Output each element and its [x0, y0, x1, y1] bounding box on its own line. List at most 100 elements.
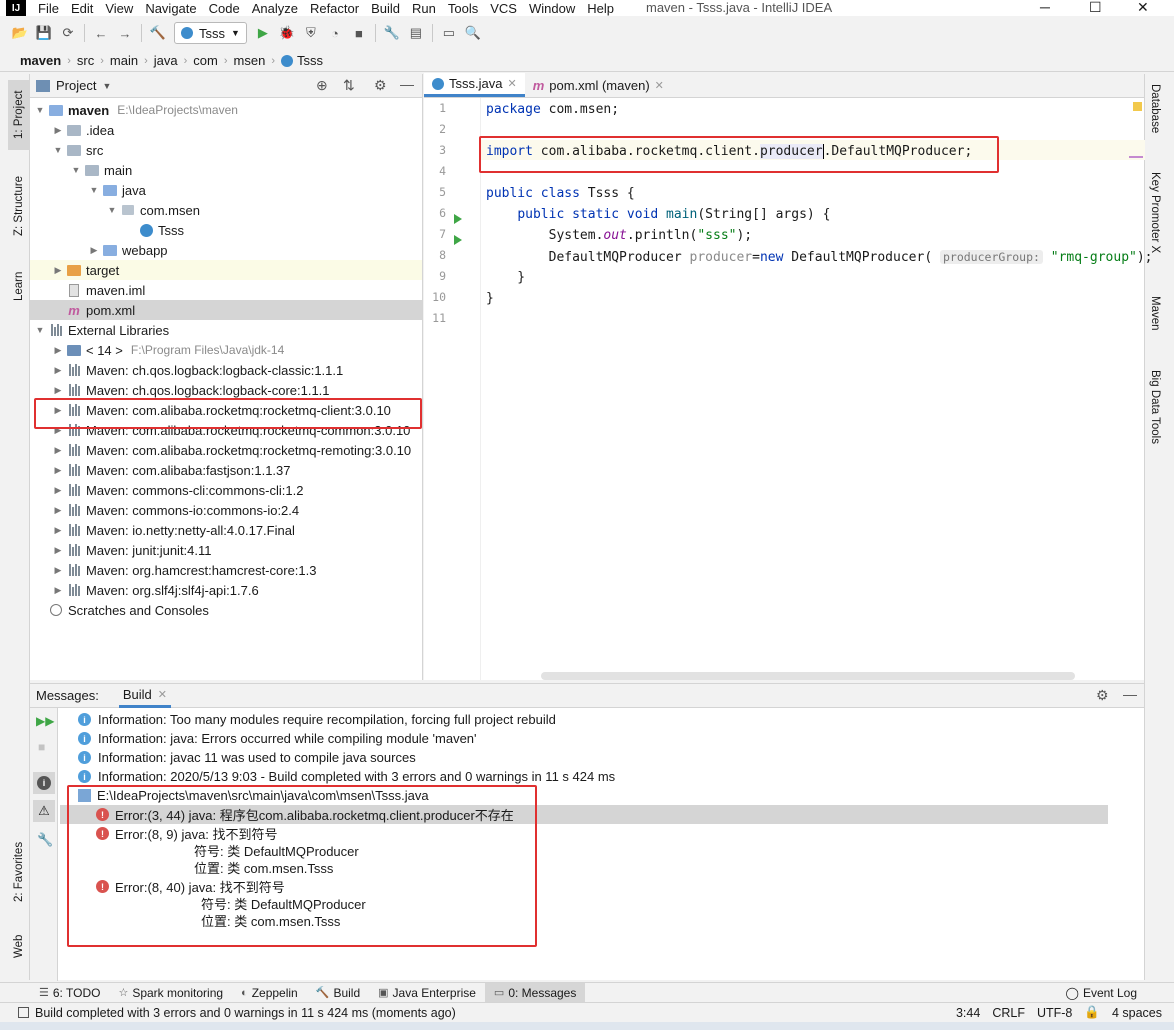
tab-maven[interactable]: Maven	[1149, 296, 1161, 331]
chevron-right-icon[interactable]: ▶	[88, 245, 100, 256]
sync-icon[interactable]: ⟳	[56, 22, 80, 44]
bottom-tab[interactable]: ▣ Java Enterprise	[369, 983, 485, 1003]
wrench-icon[interactable]: 🔧	[37, 832, 53, 848]
back-icon[interactable]: ←	[89, 22, 113, 44]
breadcrumb-item[interactable]: Tsss	[280, 53, 323, 68]
coverage-icon[interactable]: ⛨	[299, 22, 323, 44]
breadcrumb-item[interactable]: msen	[234, 53, 266, 68]
save-icon[interactable]: 💾	[32, 22, 56, 44]
tab-big-data-tools[interactable]: Big Data Tools	[1149, 370, 1161, 444]
tree-item[interactable]: ▼ java	[30, 180, 422, 200]
menu-file[interactable]: File	[38, 1, 59, 16]
hide-panel-icon[interactable]: —	[1123, 686, 1137, 702]
tree-item[interactable]: ▼ External Libraries	[30, 320, 422, 340]
lock-icon[interactable]: 🔒	[1084, 1005, 1100, 1020]
tree-item[interactable]: ▶ Maven: commons-io:commons-io:2.4	[30, 500, 422, 520]
breadcrumb-item[interactable]: java	[154, 53, 178, 68]
tree-item[interactable]: ▶ Maven: com.alibaba.rocketmq:rocketmq-co…	[30, 420, 422, 440]
hide-panel-icon[interactable]: —	[400, 76, 414, 92]
chevron-down-icon[interactable]: ▼	[34, 105, 46, 115]
gear-icon[interactable]: ⚙	[374, 77, 387, 94]
tab-favorites[interactable]: 2: Favorites	[8, 829, 30, 914]
chevron-down-icon[interactable]: ▼	[70, 165, 82, 175]
show-info-toggle[interactable]: i	[33, 772, 55, 794]
menu-edit[interactable]: Edit	[71, 1, 93, 16]
caret-position[interactable]: 3:44	[956, 1006, 980, 1020]
collapse-all-icon[interactable]: ⇅	[343, 77, 355, 94]
bottom-tab[interactable]: ▭ 0: Messages	[484, 982, 586, 1003]
event-log-button[interactable]: ◯ Event Log	[1057, 983, 1146, 1003]
chevron-right-icon[interactable]: ▶	[52, 385, 64, 396]
menu-navigate[interactable]: Navigate	[145, 1, 196, 16]
project-structure-icon[interactable]: ▤	[404, 22, 428, 44]
tab-build-messages[interactable]: Build ✕	[118, 684, 172, 708]
chevron-right-icon[interactable]: ▶	[52, 425, 64, 436]
bottom-tab[interactable]: ☰ 6: TODO	[30, 983, 109, 1003]
tab-structure[interactable]: Z: Structure	[8, 162, 30, 250]
tab-database[interactable]: Database	[1149, 84, 1161, 133]
breadcrumb-item[interactable]: src	[77, 53, 94, 68]
line-separator[interactable]: CRLF	[992, 1006, 1025, 1020]
tree-item[interactable]: ▶ Maven: junit:junit:4.11	[30, 540, 422, 560]
bottom-tab[interactable]: 🔨 Build	[307, 983, 369, 1003]
indent-settings[interactable]: 4 spaces	[1112, 1006, 1162, 1020]
close-window-button[interactable]: ✕	[1137, 0, 1149, 16]
tab-tsss-java[interactable]: Tsss.java ✕	[424, 73, 525, 97]
chevron-right-icon[interactable]: ▶	[52, 265, 64, 276]
tree-item[interactable]: m pom.xml	[30, 300, 422, 320]
tab-learn[interactable]: Learn	[8, 262, 30, 310]
tree-item[interactable]: Scratches and Consoles	[30, 600, 422, 620]
tree-item[interactable]: ▶ webapp	[30, 240, 422, 260]
breadcrumb-item[interactable]: maven	[20, 53, 61, 68]
code-area[interactable]: package com.msen; import com.alibaba.roc…	[480, 98, 1153, 680]
tree-item[interactable]: ▶ Maven: org.hamcrest:hamcrest-core:1.3	[30, 560, 422, 580]
settings-wrench-icon[interactable]: 🔧	[380, 22, 404, 44]
close-icon[interactable]: ✕	[655, 79, 664, 92]
chevron-right-icon[interactable]: ▶	[52, 365, 64, 376]
tree-item[interactable]: ▶ target	[30, 260, 422, 280]
menu-view[interactable]: View	[105, 1, 133, 16]
tree-item[interactable]: ▶ Maven: org.slf4j:slf4j-api:1.7.6	[30, 580, 422, 600]
menu-code[interactable]: Code	[209, 1, 240, 16]
chevron-down-icon[interactable]: ▼	[34, 325, 46, 335]
run-configuration-select[interactable]: Tsss ▼	[174, 22, 247, 44]
forward-icon[interactable]: →	[113, 22, 137, 44]
project-view-select[interactable]: Project	[56, 78, 96, 93]
stop-icon[interactable]: ■	[347, 22, 371, 44]
warning-toggle-icon[interactable]: ⚠	[33, 800, 55, 822]
tree-item[interactable]: ▼ maven E:\IdeaProjects\maven	[30, 100, 422, 120]
info-message[interactable]: i Information: javac 11 was used to compi…	[78, 748, 416, 767]
tree-item[interactable]: ▶ .idea	[30, 120, 422, 140]
tree-item[interactable]: ▶ Maven: com.alibaba.rocketmq:rocketmq-cl…	[30, 400, 422, 420]
warning-marker-icon[interactable]	[1133, 102, 1142, 111]
status-toggle-icon[interactable]	[18, 1007, 29, 1018]
chevron-right-icon[interactable]: ▶	[52, 545, 64, 556]
close-icon[interactable]: ✕	[158, 688, 167, 701]
tree-item[interactable]: ▼ main	[30, 160, 422, 180]
file-encoding[interactable]: UTF-8	[1037, 1006, 1072, 1020]
tree-item[interactable]: ▼ com.msen	[30, 200, 422, 220]
info-message[interactable]: i Information: java: Errors occurred whil…	[78, 729, 477, 748]
run-class-icon[interactable]	[454, 214, 462, 224]
build-hammer-icon[interactable]: 🔨	[146, 22, 170, 44]
tree-item[interactable]: ▶ Maven: com.alibaba:fastjson:1.1.37	[30, 460, 422, 480]
error-stripe-marker[interactable]	[1129, 156, 1143, 158]
open-folder-icon[interactable]: 📂	[8, 22, 32, 44]
chevron-right-icon[interactable]: ▶	[52, 125, 64, 136]
debug-icon[interactable]: 🐞	[275, 22, 299, 44]
menu-analyze[interactable]: Analyze	[252, 1, 298, 16]
menu-tools[interactable]: Tools	[448, 1, 478, 16]
menu-build[interactable]: Build	[371, 1, 400, 16]
chevron-right-icon[interactable]: ▶	[52, 525, 64, 536]
chevron-right-icon[interactable]: ▶	[52, 465, 64, 476]
menu-run[interactable]: Run	[412, 1, 436, 16]
tab-key-promoter[interactable]: Key Promoter X	[1149, 172, 1161, 253]
bottom-tab[interactable]: ☆ Spark monitoring	[109, 983, 232, 1003]
chevron-down-icon[interactable]: ▼	[52, 145, 64, 155]
tree-item[interactable]: ▶ Maven: ch.qos.logback:logback-classic:1…	[30, 360, 422, 380]
tree-item[interactable]: maven.iml	[30, 280, 422, 300]
breadcrumb-item[interactable]: main	[110, 53, 138, 68]
error-message[interactable]: ! Error:(3, 44) java: 程序包com.alibaba.rock…	[60, 805, 1108, 824]
stop-icon[interactable]: ■	[38, 740, 45, 754]
tab-web[interactable]: Web	[8, 922, 30, 970]
